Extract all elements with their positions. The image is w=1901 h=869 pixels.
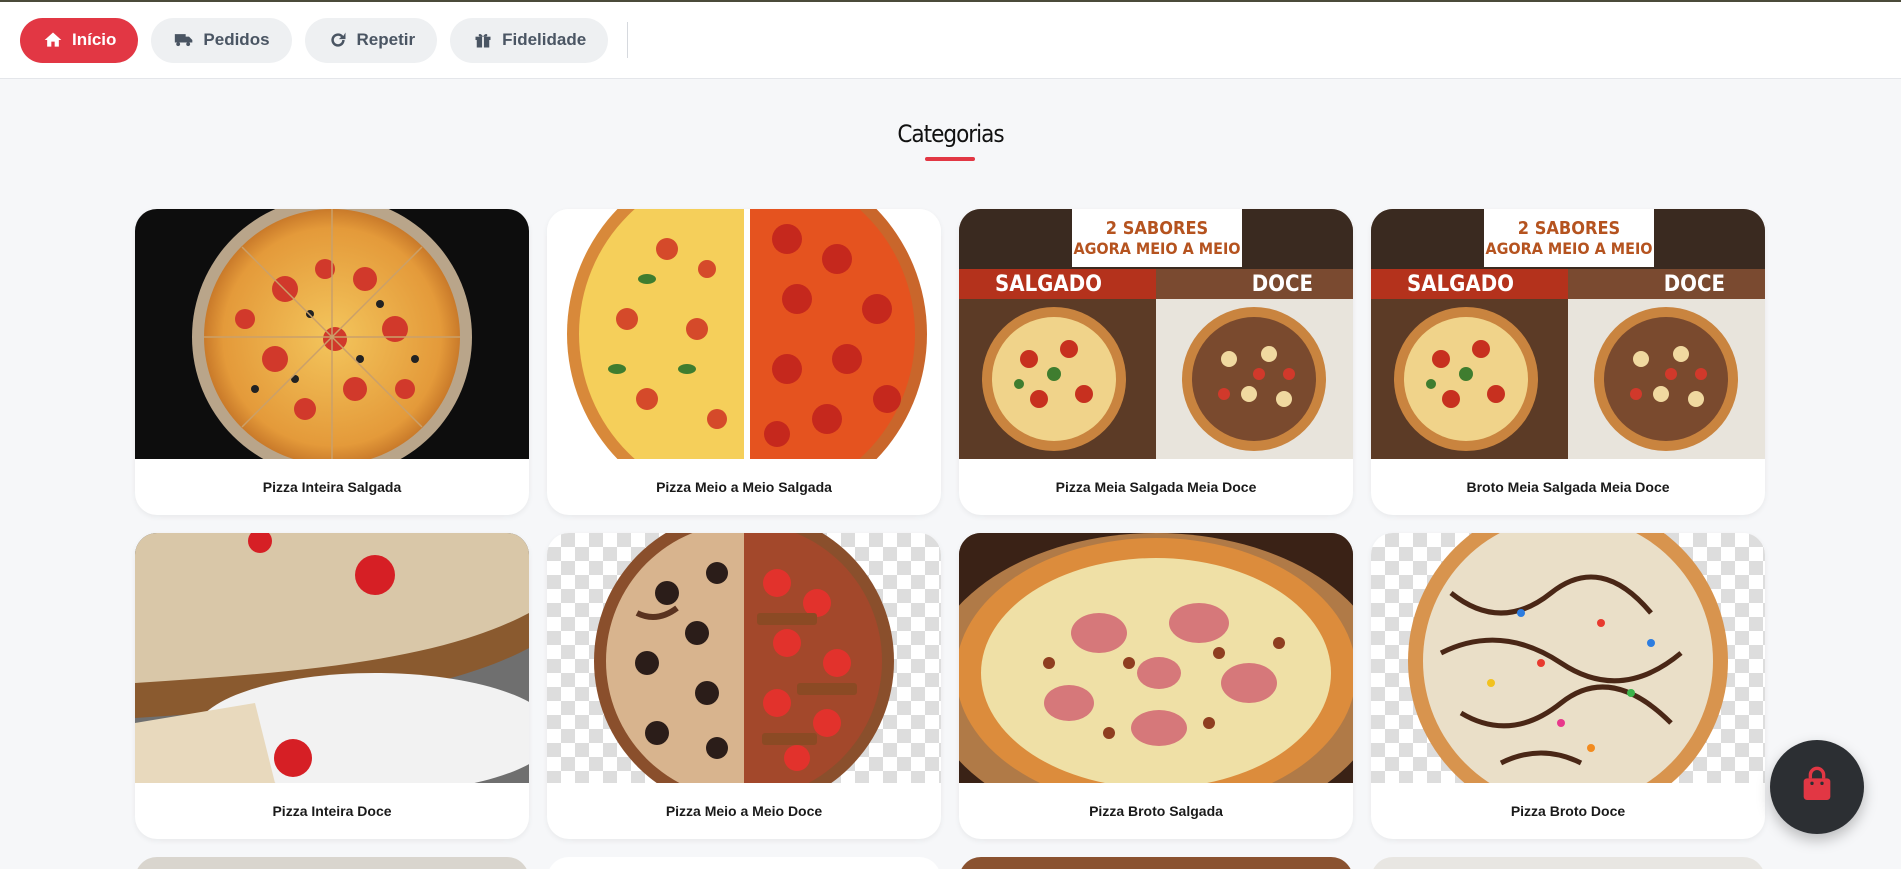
- category-label: Pizza Meia Salgada Meia Doce: [1055, 479, 1257, 495]
- category-grid: Pizza Inteira Salgada Pizza Meio a Meio …: [135, 209, 1767, 839]
- top-navigation: Início Pedidos Repetir Fidelidade: [0, 0, 1901, 79]
- category-image-pizza-broto-doce: [1371, 533, 1765, 783]
- home-icon: [42, 29, 64, 51]
- category-card[interactable]: Pizza Broto Doce: [1371, 533, 1765, 839]
- category-image-pizza-meio-a-meio-salgada: [547, 209, 941, 459]
- category-card[interactable]: 2 SABORES AGORA MEIO A MEIO SALGADO DOCE…: [959, 209, 1353, 515]
- banner-line1: 2 SABORES: [1105, 218, 1209, 239]
- cart-button[interactable]: [1770, 740, 1864, 834]
- banner-right-label: DOCE: [1156, 269, 1353, 299]
- category-image-broto-meia-salgada-meia-doce: 2 SABORES AGORA MEIO A MEIO SALGADO DOCE: [1371, 209, 1765, 459]
- title-underline: [925, 157, 975, 161]
- category-label: Broto Meia Salgada Meia Doce: [1466, 479, 1670, 495]
- category-image-pizza-inteira-doce: [135, 533, 529, 783]
- category-card[interactable]: Pizza Inteira Doce: [135, 533, 529, 839]
- category-card-partial[interactable]: [1371, 857, 1765, 869]
- banner-line2: AGORA MEIO A MEIO: [1485, 239, 1653, 258]
- category-image-pizza-meio-a-meio-doce: [547, 533, 941, 783]
- category-card[interactable]: Pizza Meio a Meio Salgada: [547, 209, 941, 515]
- category-card[interactable]: Pizza Inteira Salgada: [135, 209, 529, 515]
- category-card[interactable]: Pizza Broto Salgada: [959, 533, 1353, 839]
- category-label: Pizza Broto Doce: [1510, 803, 1626, 819]
- banner-left-label: SALGADO: [1371, 269, 1568, 299]
- nav-pedidos-button[interactable]: Pedidos: [151, 17, 292, 63]
- nav-repetir-label: Repetir: [356, 30, 416, 49]
- banner-line1: 2 SABORES: [1517, 218, 1621, 239]
- banner-right-label: DOCE: [1568, 269, 1765, 299]
- category-label: Pizza Inteira Doce: [272, 803, 392, 819]
- nav-inicio-label: Início: [72, 30, 117, 49]
- banner-line2: AGORA MEIO A MEIO: [1073, 239, 1241, 258]
- category-card[interactable]: 2 SABORES AGORA MEIO A MEIO SALGADO DOCE…: [1371, 209, 1765, 515]
- truck-icon: [173, 29, 195, 51]
- nav-divider: [627, 22, 629, 58]
- category-image-pizza-broto-salgada: [959, 533, 1353, 783]
- category-card-partial[interactable]: [959, 857, 1353, 869]
- banner-left-label: SALGADO: [959, 269, 1156, 299]
- category-label: Pizza Meio a Meio Salgada: [656, 479, 832, 495]
- category-card[interactable]: Pizza Meio a Meio Doce: [547, 533, 941, 839]
- category-label: Pizza Meio a Meio Doce: [665, 803, 823, 819]
- category-image-pizza-meia-salgada-meia-doce: 2 SABORES AGORA MEIO A MEIO SALGADO DOCE: [959, 209, 1353, 459]
- shopping-bag-icon: [1797, 765, 1837, 810]
- section-title: Categorias: [897, 120, 1004, 148]
- nav-fidelidade-label: Fidelidade: [502, 30, 587, 49]
- category-card-partial[interactable]: [547, 857, 941, 869]
- redo-icon: [327, 29, 349, 51]
- nav-inicio-button[interactable]: Início: [20, 17, 139, 63]
- category-image-pizza-inteira-salgada: [135, 209, 529, 459]
- category-label: Pizza Broto Salgada: [1089, 803, 1223, 819]
- category-label: Pizza Inteira Salgada: [262, 479, 402, 495]
- nav-pedidos-label: Pedidos: [203, 30, 270, 49]
- nav-repetir-button[interactable]: Repetir: [304, 17, 438, 63]
- gift-icon: [472, 29, 494, 51]
- nav-fidelidade-button[interactable]: Fidelidade: [450, 17, 609, 63]
- category-card-partial[interactable]: [135, 857, 529, 869]
